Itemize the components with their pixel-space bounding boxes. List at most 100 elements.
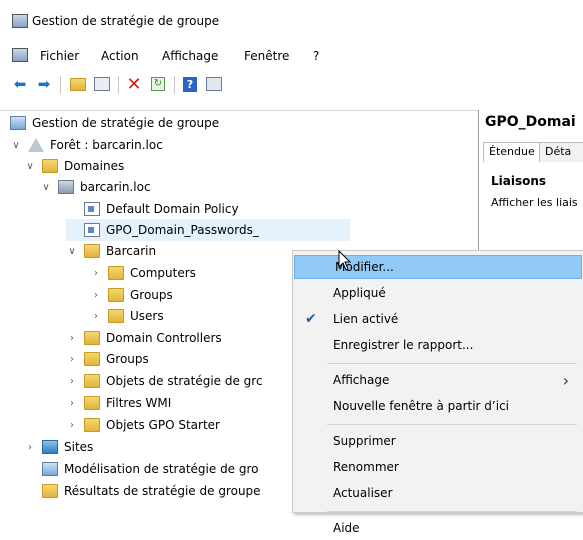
tree-item-label: Barcarin — [106, 244, 157, 258]
menu-item-nouvelle-fenetre-a-partir-d-ici[interactable]: Nouvelle fenêtre à partir d’ici — [293, 394, 583, 418]
toolbar: ⬅ ➡ ✕ ↻ ? — [0, 74, 583, 100]
menu-help[interactable]: ? — [313, 49, 319, 63]
chevron-right-icon[interactable]: › — [90, 268, 102, 279]
menu-item-supprimer[interactable]: Supprimer — [293, 429, 583, 453]
menu-item-applique[interactable]: Appliqué — [293, 281, 583, 305]
menu-bar: Fichier Action Affichage Fenêtre ? — [0, 44, 583, 66]
tree-item-label: Objets GPO Starter — [106, 418, 220, 432]
tree-item-label: Filtres WMI — [106, 396, 172, 410]
ou-folder-icon — [84, 352, 100, 366]
menu-item-renommer[interactable]: Renommer — [293, 455, 583, 479]
menu-item-affichage[interactable]: Affichage › — [293, 368, 583, 392]
chevron-right-icon[interactable]: › — [66, 398, 78, 409]
chevron-right-icon[interactable]: › — [90, 311, 102, 322]
tree-item[interactable]: › Groups — [90, 284, 173, 306]
chevron-down-icon[interactable]: ∨ — [40, 182, 52, 193]
tree-item-label: Groups — [106, 352, 149, 366]
menu-item-actualiser[interactable]: Actualiser — [293, 481, 583, 505]
system-menu-icon[interactable] — [12, 48, 28, 62]
tree-item-label: Gestion de stratégie de groupe — [32, 116, 220, 130]
tree-item[interactable]: › Objets de stratégie de grc — [66, 370, 263, 392]
wmi-folder-icon — [84, 396, 100, 410]
menu-affichage[interactable]: Affichage — [162, 49, 218, 63]
menu-fenetre[interactable]: Fenêtre — [244, 49, 289, 63]
tree-item[interactable]: ∨ barcarin.loc — [40, 176, 151, 198]
forward-arrow-icon[interactable]: ➡ — [34, 74, 54, 94]
tree-item[interactable]: ∨ Domaines — [24, 155, 124, 177]
tab-etendue[interactable]: Étendue — [483, 142, 541, 162]
gpmc-app-icon — [12, 14, 28, 28]
tree-item[interactable]: GPO_Domain_Passwords_ — [66, 219, 350, 241]
menu-action[interactable]: Action — [101, 49, 139, 63]
tree-item-label: Domain Controllers — [106, 331, 222, 345]
tree-item-label: Domaines — [64, 159, 125, 173]
menu-item-label: Affichage — [333, 373, 390, 387]
menu-separator — [327, 424, 577, 425]
tree-item[interactable]: › Computers — [90, 262, 196, 284]
sites-icon — [42, 440, 58, 454]
back-arrow-icon[interactable]: ⬅ — [10, 74, 30, 94]
chevron-right-icon[interactable]: › — [24, 442, 36, 453]
tree-item[interactable]: › Domain Controllers — [66, 327, 222, 349]
gpmc-console-icon — [10, 116, 26, 130]
window-title: Gestion de stratégie de groupe — [32, 14, 220, 28]
chevron-right-icon[interactable]: › — [66, 420, 78, 431]
gpo-folder-icon — [84, 374, 100, 388]
properties-icon[interactable] — [204, 74, 224, 94]
tree-item[interactable]: Default Domain Policy — [66, 198, 239, 220]
chevron-down-icon[interactable]: ∨ — [24, 161, 36, 172]
chevron-right-icon[interactable]: › — [66, 333, 78, 344]
tree-item[interactable]: Gestion de stratégie de groupe — [10, 112, 219, 134]
chevron-down-icon[interactable]: ∨ — [10, 140, 22, 151]
tab-details[interactable]: Déta — [539, 142, 583, 162]
up-folder-icon[interactable] — [68, 74, 88, 94]
mouse-cursor-icon — [338, 250, 352, 271]
modeling-icon — [42, 462, 58, 476]
tree-item[interactable]: › Groups — [66, 348, 149, 370]
tree-item-label: GPO_Domain_Passwords_ — [106, 223, 259, 237]
menu-item-label: Supprimer — [333, 434, 396, 448]
tree-item[interactable]: Modélisation de stratégie de gro — [24, 458, 259, 480]
tree-item[interactable]: › Users — [90, 305, 164, 327]
gpo-link-icon — [84, 223, 100, 237]
starter-folder-icon — [84, 418, 100, 432]
menu-item-aide[interactable]: Aide — [293, 516, 583, 540]
checkmark-icon: ✔ — [305, 311, 317, 327]
gpo-link-icon — [84, 202, 100, 216]
tree-item[interactable]: Résultats de stratégie de groupe — [24, 480, 261, 502]
menu-item-enregistrer-le-rapport[interactable]: Enregistrer le rapport... — [293, 333, 583, 357]
help-icon[interactable]: ? — [180, 74, 200, 94]
chevron-right-icon[interactable]: › — [90, 290, 102, 301]
tree-item-label: barcarin.loc — [80, 180, 151, 194]
title-bar: Gestion de stratégie de groupe — [0, 0, 583, 40]
tree-item-label: Sites — [64, 440, 94, 454]
chevron-down-icon[interactable]: ∨ — [66, 246, 78, 257]
menu-item-label: Enregistrer le rapport... — [333, 338, 474, 352]
tree-item-label: Users — [130, 309, 164, 323]
tree-item[interactable]: ∨ Barcarin — [66, 240, 156, 262]
menu-separator — [327, 511, 577, 512]
menu-fichier[interactable]: Fichier — [40, 49, 79, 63]
refresh-icon[interactable]: ↻ — [148, 74, 168, 94]
show-hide-tree-icon[interactable] — [92, 74, 112, 94]
tree-item[interactable]: ∨ Forêt : barcarin.loc — [10, 134, 163, 156]
links-heading: Liaisons — [491, 174, 547, 188]
menu-item-label: Nouvelle fenêtre à partir d’ici — [333, 399, 509, 413]
tree-item[interactable]: › Objets GPO Starter — [66, 414, 220, 436]
ou-folder-icon — [84, 244, 100, 258]
chevron-right-icon[interactable]: › — [66, 376, 78, 387]
delete-icon[interactable]: ✕ — [124, 74, 144, 95]
tree-item-label: Default Domain Policy — [106, 202, 239, 216]
tree-item[interactable]: › Filtres WMI — [66, 392, 171, 414]
results-icon — [42, 484, 58, 498]
tree-item[interactable]: › Sites — [24, 436, 93, 458]
tree-item-label: Computers — [130, 266, 196, 280]
menu-item-lien-active[interactable]: ✔ Lien activé — [293, 307, 583, 331]
tree-item-label: Groups — [130, 288, 173, 302]
gpo-title: GPO_Domai — [485, 114, 576, 130]
ou-folder-icon — [108, 266, 124, 280]
domains-folder-icon — [42, 159, 58, 173]
menu-item-label: Aide — [333, 521, 360, 535]
chevron-right-icon[interactable]: › — [66, 354, 78, 365]
forest-icon — [28, 138, 44, 152]
